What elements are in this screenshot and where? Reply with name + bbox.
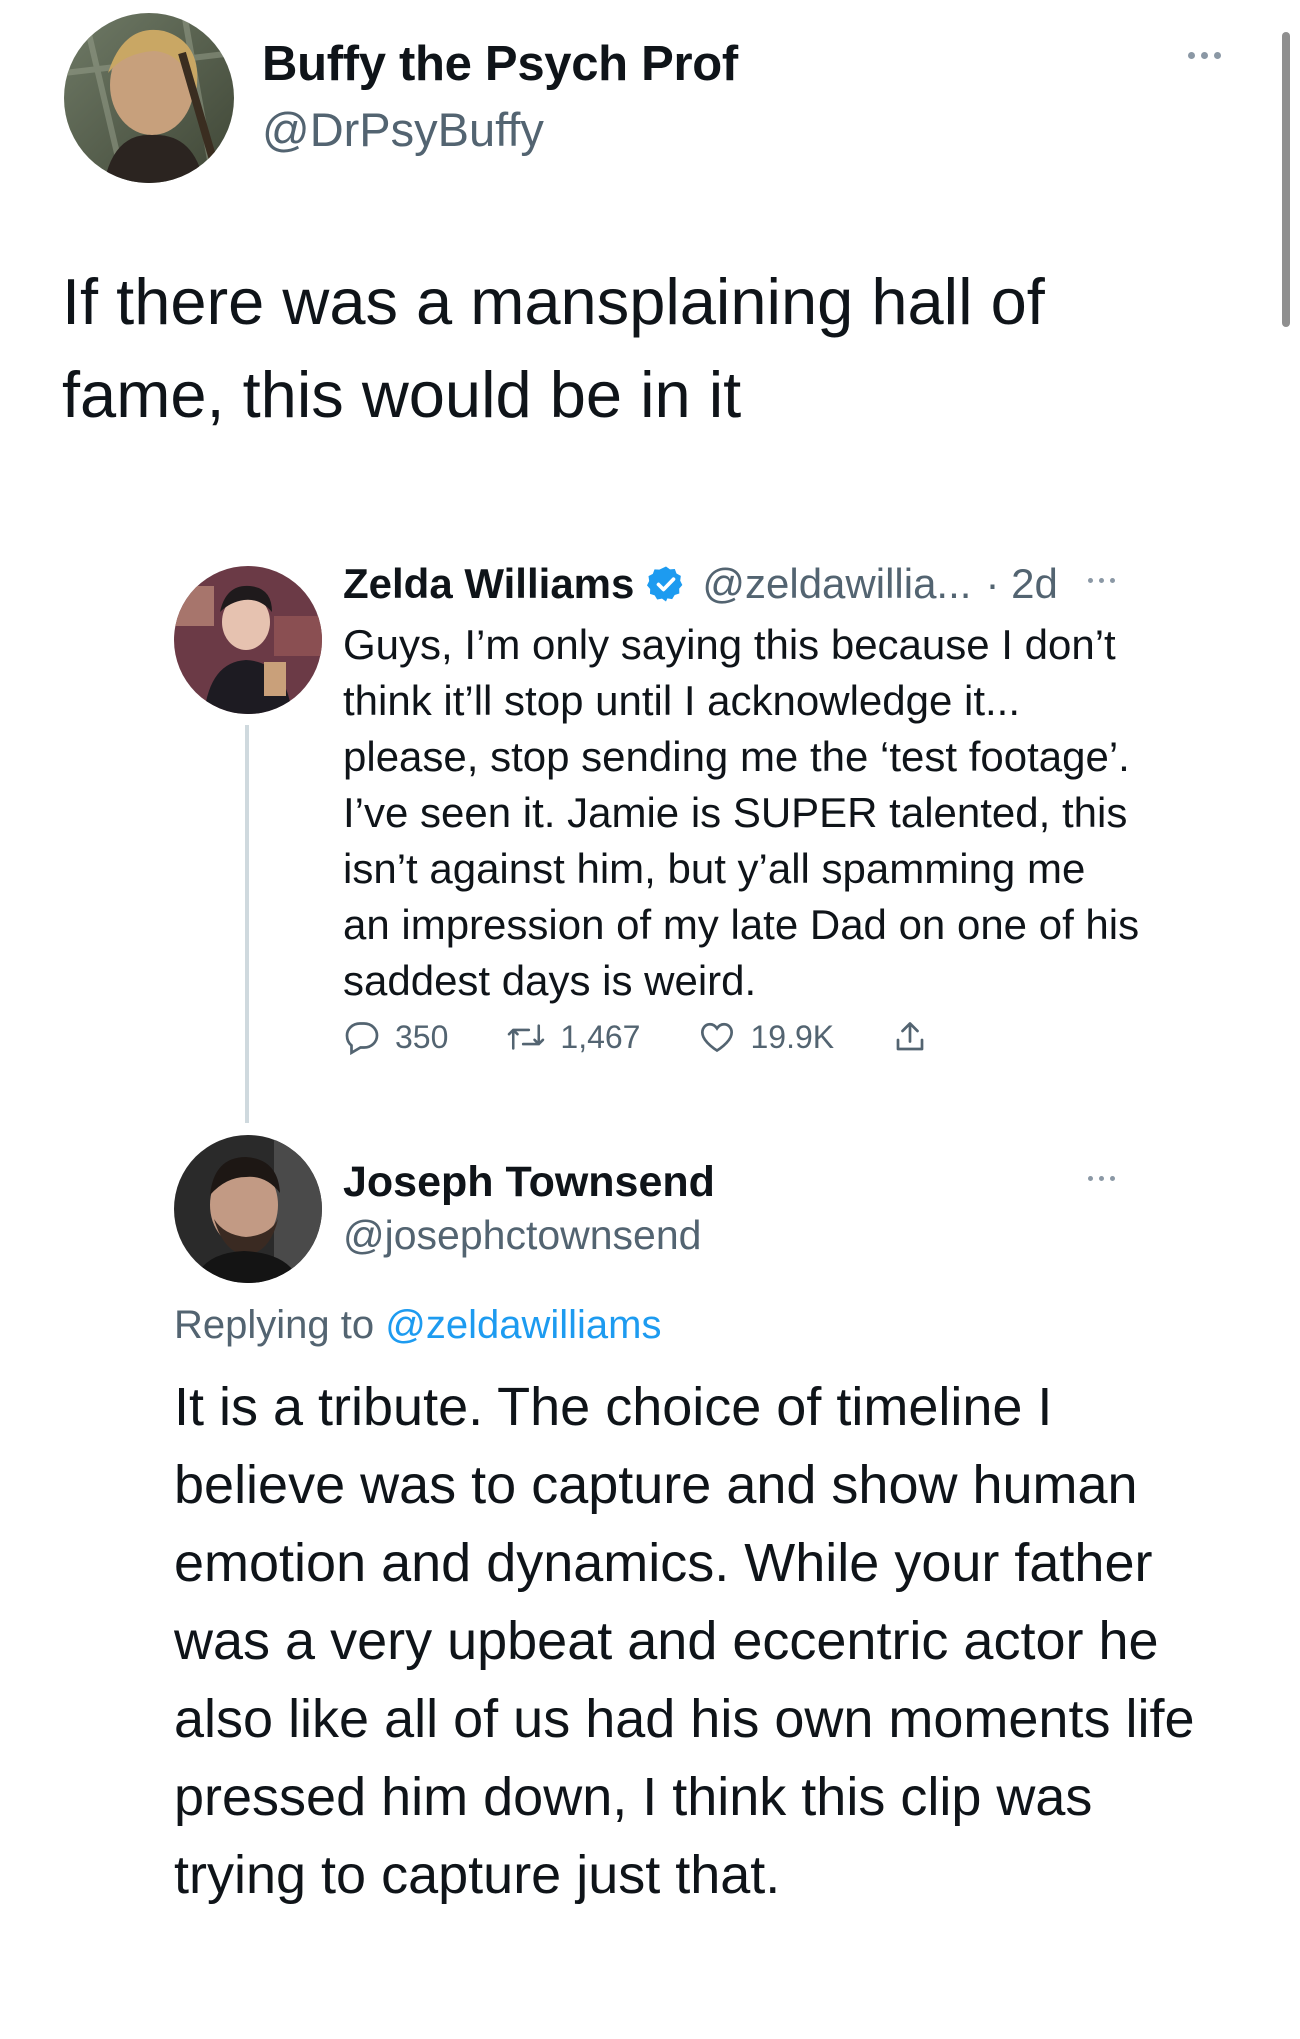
zelda-header: Zelda Williams @zeldawillia... · 2d (343, 560, 1058, 608)
heart-icon (701, 1022, 734, 1053)
thread-line (245, 725, 249, 1123)
buffy-handle[interactable]: @DrPsyBuffy (262, 102, 544, 157)
reply-tweet-text: It is a tribute. The choice of timeline … (174, 1377, 1195, 1905)
retweet-count: 1,467 (560, 1018, 641, 1055)
joseph-display-name[interactable]: Joseph Townsend (343, 1158, 715, 1207)
quoted-tweet-text: Guys, I’m only saying this because I don… (343, 621, 1140, 1004)
verified-badge-icon (647, 566, 683, 602)
buffy-avatar[interactable] (64, 13, 234, 183)
retweet-icon (508, 1024, 545, 1050)
zelda-display-name[interactable]: Zelda Williams (343, 560, 634, 608)
more-dots-icon[interactable] (1088, 578, 1115, 583)
share-icon (896, 1022, 924, 1051)
more-dots-icon[interactable] (1188, 52, 1221, 59)
zelda-handle[interactable]: @zeldawillia... (702, 560, 971, 608)
zelda-timestamp[interactable]: · 2d (985, 560, 1057, 608)
like-button[interactable]: 19.9K (698, 1019, 834, 1056)
replying-prefix: Replying to (174, 1303, 375, 1347)
reply-count: 350 (395, 1018, 449, 1055)
retweet-button[interactable]: 1,467 (506, 1019, 640, 1056)
scrollbar[interactable] (1282, 32, 1290, 327)
reply-bubble-icon (345, 1022, 379, 1055)
more-dots-icon[interactable] (1088, 1176, 1115, 1181)
zelda-avatar[interactable] (174, 566, 322, 714)
tweet-actions: 350 1,467 19.9K (343, 1018, 1000, 1056)
joseph-handle[interactable]: @josephctownsend (343, 1212, 701, 1259)
replying-to: Replying to @zeldawilliams (174, 1303, 661, 1348)
like-count: 19.9K (750, 1018, 835, 1055)
tweet-text: If there was a mansplaining hall of fame… (62, 265, 1045, 431)
buffy-display-name[interactable]: Buffy the Psych Prof (262, 36, 738, 92)
mention-link[interactable]: @zeldawilliams (385, 1303, 661, 1347)
joseph-avatar[interactable] (174, 1135, 322, 1283)
reply-button[interactable]: 350 (343, 1019, 448, 1056)
share-button[interactable] (892, 1018, 942, 1056)
